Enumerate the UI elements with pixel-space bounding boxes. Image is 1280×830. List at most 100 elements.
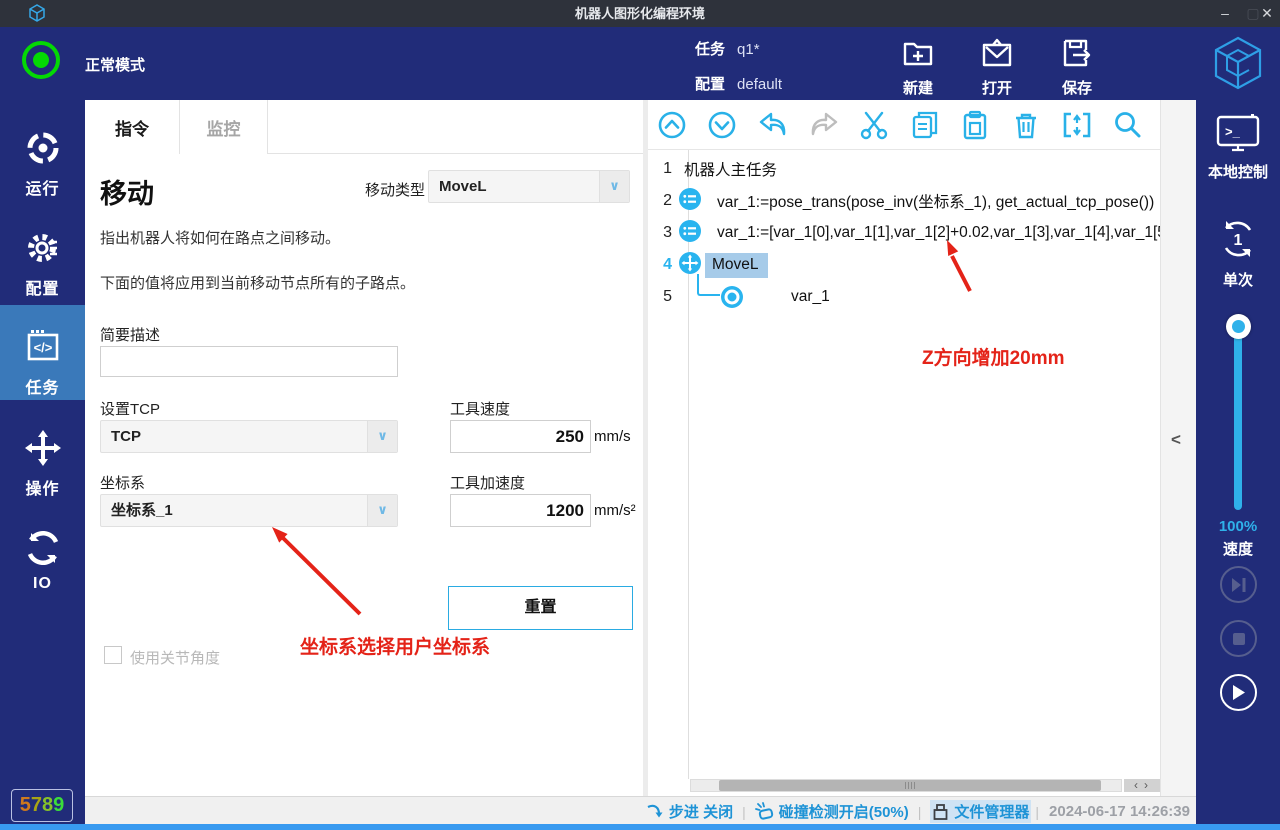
tool-speed-unit: mm/s — [594, 428, 631, 445]
use-joint-angle-checkbox[interactable] — [104, 646, 122, 664]
divider: | — [918, 804, 922, 820]
task-value: q1* — [737, 41, 760, 58]
brief-description-input[interactable] — [100, 346, 398, 377]
step-forward-button[interactable] — [1220, 566, 1257, 603]
collision-label: 碰撞检测开启(50%) — [779, 801, 909, 822]
right-sidebar: >_ 本地控制 1 单次 100% 速度 — [1196, 100, 1280, 830]
description-line-2: 下面的值将应用到当前移动节点所有的子路点。 — [100, 272, 415, 293]
stop-icon — [1232, 632, 1246, 646]
stop-button[interactable] — [1220, 620, 1257, 657]
save-file-icon — [1046, 35, 1108, 76]
collision-icon — [755, 802, 774, 821]
counter-digit: 7 — [31, 794, 42, 816]
open-task-button[interactable]: 打开 — [966, 33, 1028, 95]
instruction-panel: 指令 监控 移动 移动类型 MoveL ∨ 指出机器人将如何在路点之间移动。 下… — [85, 100, 643, 796]
close-button[interactable]: ✕ — [1252, 0, 1280, 27]
search-icon — [1112, 110, 1142, 140]
left-sidebar: 运行 配置 </> 任务 — [0, 100, 85, 830]
run-icon — [0, 128, 85, 173]
window-titlebar: 机器人图形化编程环境 – ▢ ✕ — [0, 0, 1280, 27]
program-tree: 1 机器人主任务 2 var_1:=pose_trans(pose_inv(坐标… — [648, 150, 1160, 779]
tree-row-assign-1[interactable]: 2 var_1:=pose_trans(pose_inv(坐标系_1), get… — [648, 185, 1160, 217]
scrollbar-arrows[interactable]: ‹› — [1124, 779, 1160, 792]
counter-digit: 9 — [53, 794, 64, 816]
undo-button[interactable] — [755, 107, 791, 143]
tcp-select[interactable]: TCP ∨ — [100, 420, 398, 453]
tab-instruction[interactable]: 指令 — [85, 100, 180, 154]
io-swap-icon — [0, 528, 85, 573]
collision-status[interactable]: 碰撞检测开启(50%) — [755, 801, 909, 822]
speed-percent: 100% — [1196, 518, 1280, 535]
chevron-down-icon: ∨ — [367, 495, 397, 526]
tree-row-main-task[interactable]: 1 机器人主任务 — [648, 153, 1160, 185]
annotation-z-note: Z方向增加20mm — [922, 343, 1065, 370]
sidebar-item-task[interactable]: </> 任务 — [0, 305, 85, 400]
tree-row-assign-2[interactable]: 3 var_1:=[var_1[0],var_1[1],var_1[2]+0.0… — [648, 217, 1160, 249]
tool-accel-input[interactable] — [450, 494, 591, 527]
counter-digit: 5 — [20, 794, 31, 816]
move-down-button[interactable] — [705, 107, 741, 143]
open-task-label: 打开 — [966, 77, 1028, 98]
sidebar-item-operate[interactable]: 操作 — [0, 418, 85, 508]
redo-button[interactable] — [806, 107, 842, 143]
waypoint-icon — [720, 285, 744, 314]
divider: | — [1035, 804, 1039, 820]
sidebar-item-io[interactable]: IO — [0, 518, 85, 608]
tool-speed-input[interactable] — [450, 420, 591, 453]
frame-select[interactable]: 坐标系_1 ∨ — [100, 494, 398, 527]
cut-button[interactable] — [856, 107, 892, 143]
file-manager-button[interactable]: 文件管理器 — [930, 800, 1031, 823]
brand-logo-icon — [1211, 35, 1265, 96]
speed-slider-thumb[interactable] — [1226, 314, 1251, 339]
search-button[interactable] — [1109, 107, 1145, 143]
move-type-label: 移动类型 — [365, 179, 425, 200]
tab-monitor[interactable]: 监控 — [180, 100, 268, 154]
speed-slider-track[interactable] — [1234, 322, 1242, 510]
frame-value: 坐标系_1 — [111, 502, 173, 519]
counter-digit: 8 — [42, 794, 53, 816]
new-task-button[interactable]: 新建 — [887, 33, 949, 95]
mode-status-icon — [22, 41, 60, 79]
status-bar: 步进 关闭 | 碰撞检测开启(50%) | 文件管理器 | 2024-06-1 — [85, 796, 1196, 826]
mode-label: 正常模式 — [85, 54, 145, 75]
move-down-icon — [707, 110, 737, 140]
code-window-icon: </> — [0, 327, 85, 372]
paste-button[interactable] — [958, 107, 994, 143]
save-task-label: 保存 — [1046, 77, 1108, 98]
program-counter[interactable]: 5789 — [11, 789, 73, 822]
single-cycle-button[interactable]: 1 单次 — [1196, 218, 1280, 290]
step-mode-status[interactable]: 步进 关闭 — [646, 801, 733, 822]
tree-row-waypoint[interactable]: 5 var_1 — [648, 281, 1160, 313]
play-button[interactable] — [1220, 674, 1257, 711]
sidebar-item-run[interactable]: 运行 — [0, 118, 85, 208]
brief-description-label: 简要描述 — [100, 324, 160, 345]
trash-icon — [1011, 110, 1041, 140]
delete-button[interactable] — [1008, 107, 1044, 143]
divider: | — [742, 804, 746, 820]
local-control-button[interactable]: >_ 本地控制 — [1196, 114, 1280, 182]
minimize-button[interactable]: – — [1210, 0, 1240, 27]
move-type-select[interactable]: MoveL ∨ — [428, 170, 630, 203]
tool-speed-label: 工具速度 — [450, 398, 510, 419]
scrollbar-thumb[interactable] — [719, 780, 1101, 791]
line-number: 4 — [648, 256, 681, 274]
sidebar-item-config[interactable]: 配置 — [0, 218, 85, 308]
step-mode-icon — [646, 803, 664, 821]
save-task-button[interactable]: 保存 — [1046, 33, 1108, 95]
gear-icon — [0, 228, 85, 273]
tool-accel-unit: mm/s² — [594, 502, 636, 519]
tcp-label: 设置TCP — [100, 398, 160, 419]
copy-button[interactable] — [907, 107, 943, 143]
chevron-left-icon[interactable]: < — [1171, 430, 1181, 450]
move-up-button[interactable] — [654, 107, 690, 143]
tree-row-movel[interactable]: 4 MoveL — [648, 249, 1160, 281]
tree-connector — [697, 274, 720, 296]
skip-icon — [1230, 577, 1248, 593]
replace-button[interactable] — [1059, 107, 1095, 143]
chevron-down-icon: ∨ — [367, 421, 397, 452]
horizontal-scrollbar[interactable] — [690, 779, 1122, 792]
file-manager-label: 文件管理器 — [954, 801, 1029, 822]
reset-button[interactable]: 重置 — [448, 586, 633, 630]
sidebar-item-label: 操作 — [0, 475, 85, 499]
single-cycle-icon: 1 — [1217, 218, 1259, 260]
